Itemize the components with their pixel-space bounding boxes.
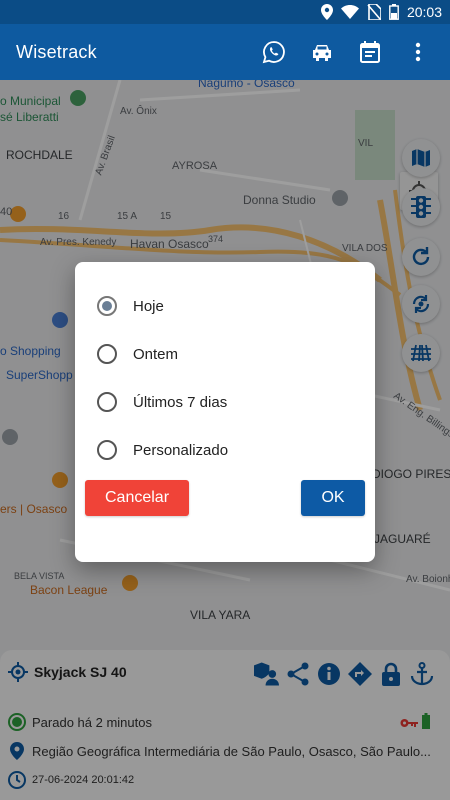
option-label: Ontem bbox=[133, 345, 179, 363]
whatsapp-button[interactable] bbox=[250, 24, 298, 80]
option-label: Últimos 7 dias bbox=[133, 393, 228, 411]
cancel-button[interactable]: Cancelar bbox=[85, 480, 189, 516]
location-icon bbox=[320, 4, 333, 20]
more-menu-button[interactable] bbox=[394, 24, 442, 80]
calendar-icon bbox=[360, 41, 380, 63]
car-button[interactable] bbox=[298, 24, 346, 80]
option-last-7-days[interactable]: Últimos 7 dias bbox=[97, 386, 227, 418]
app-bar-actions bbox=[250, 24, 442, 80]
option-yesterday[interactable]: Ontem bbox=[97, 338, 178, 370]
period-dialog: Hoje Ontem Últimos 7 dias Personalizado … bbox=[75, 262, 375, 562]
status-bar: 20:03 bbox=[0, 0, 450, 24]
radio-button[interactable] bbox=[97, 392, 117, 412]
app-title: Wisetrack bbox=[16, 41, 97, 62]
radio-button[interactable] bbox=[97, 440, 117, 460]
app-bar: Wisetrack bbox=[0, 24, 450, 80]
status-time: 20:03 bbox=[406, 4, 442, 20]
no-sim-icon bbox=[367, 4, 381, 20]
calendar-button[interactable] bbox=[346, 24, 394, 80]
option-today[interactable]: Hoje bbox=[97, 290, 164, 322]
more-vert-icon bbox=[415, 42, 421, 62]
car-icon bbox=[313, 45, 331, 61]
radio-button[interactable] bbox=[97, 296, 117, 316]
radio-button[interactable] bbox=[97, 344, 117, 364]
option-label: Hoje bbox=[133, 297, 164, 315]
option-custom[interactable]: Personalizado bbox=[97, 434, 228, 466]
whatsapp-icon bbox=[262, 41, 285, 64]
option-label: Personalizado bbox=[133, 441, 229, 459]
ok-button[interactable]: OK bbox=[301, 480, 365, 516]
wifi-icon bbox=[340, 5, 359, 19]
battery-icon bbox=[389, 4, 399, 20]
